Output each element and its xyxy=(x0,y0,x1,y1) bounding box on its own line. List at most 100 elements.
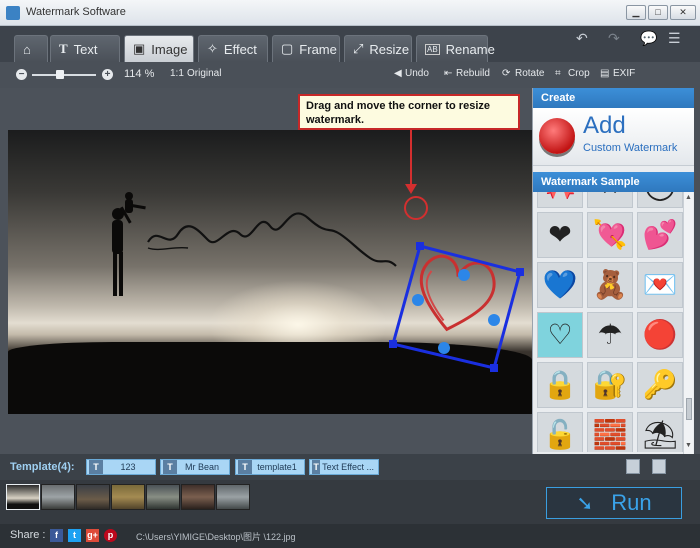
crop-icon[interactable]: ⌗ xyxy=(555,68,561,79)
sample-scrollbar[interactable]: ▲ ▼ xyxy=(683,192,693,454)
status-bar: Share : f t g+ p C:\Users\YIMIGE\Desktop… xyxy=(0,524,700,548)
thumbnail[interactable] xyxy=(146,484,180,510)
rotate-button[interactable]: Rotate xyxy=(515,68,544,79)
create-header: Create xyxy=(533,88,694,108)
pinterest-icon[interactable]: p xyxy=(104,529,117,542)
tab-frame[interactable]: ▢ Frame xyxy=(272,35,340,62)
exif-icon[interactable]: ▤ xyxy=(600,68,609,79)
template-chip[interactable]: T template1 xyxy=(235,459,305,475)
winged-heart-icon[interactable]: 💕 xyxy=(637,212,683,258)
template-text-icon: T xyxy=(238,460,252,474)
facebook-icon[interactable]: f xyxy=(50,529,63,542)
rebuild-icon[interactable]: ⇤ xyxy=(444,68,452,79)
heart-ribbon-icon[interactable]: 🎀 xyxy=(537,192,583,208)
love-bear-icon[interactable]: 🧸 xyxy=(587,262,633,308)
photo-preview[interactable] xyxy=(8,130,532,414)
undo-history-icon[interactable]: ↶ xyxy=(576,30,588,47)
blue-ring-icon[interactable]: ◯ xyxy=(637,192,683,208)
red-x-icon[interactable]: ✖ xyxy=(587,192,633,208)
key-icon[interactable]: 🔑 xyxy=(637,362,683,408)
original-size-icon[interactable]: 1:1 xyxy=(170,68,184,79)
tab-resize[interactable]: ⤢ Resize xyxy=(344,35,412,62)
undo-icon[interactable]: ◀ xyxy=(394,68,402,79)
image-icon: ▣ xyxy=(133,41,146,56)
heart-arrow-icon[interactable]: 💘 xyxy=(587,212,633,258)
corner-highlight-circle xyxy=(404,196,428,220)
close-button[interactable]: ✕ xyxy=(670,5,696,20)
template-text-icon: T xyxy=(163,460,177,474)
blue-lock-icon[interactable]: 🔐 xyxy=(587,362,633,408)
thumbnail-selected[interactable] xyxy=(6,484,40,510)
template-label: Template(4): xyxy=(10,461,75,473)
scroll-down-icon[interactable]: ▼ xyxy=(685,442,692,449)
title-bar: Watermark Software ▁ □ ✕ xyxy=(0,0,700,26)
template-bar: Template(4): T 123 T Mr Bean T template1… xyxy=(0,454,700,480)
scrollbar-thumb[interactable] xyxy=(686,398,692,420)
love-letter-icon[interactable]: 💌 xyxy=(637,262,683,308)
template-chip[interactable]: T Mr Bean xyxy=(160,459,230,475)
share-label: Share : xyxy=(10,529,46,541)
file-path: C:\Users\YIMIGE\Desktop\图片 \122.jpg xyxy=(136,532,296,542)
rename-icon: AB xyxy=(425,43,440,55)
gold-lock-icon[interactable]: 🔒 xyxy=(537,362,583,408)
happy-fathers-day-script xyxy=(147,212,397,267)
red-push-button-icon xyxy=(539,118,575,154)
undo-button[interactable]: Undo xyxy=(405,68,429,79)
blue-heart-icon[interactable]: 💙 xyxy=(537,262,583,308)
template-text-icon: T xyxy=(312,460,321,474)
tab-label: Effect xyxy=(223,41,257,57)
add-custom-watermark-button[interactable]: Add Custom Watermark xyxy=(533,108,694,166)
outline-heart-icon[interactable]: ♡ xyxy=(537,312,583,358)
tab-label: Image xyxy=(151,41,188,57)
tab-effect[interactable]: ✧ Effect xyxy=(198,35,268,62)
list-icon[interactable]: ☰ xyxy=(668,30,681,47)
tab-home[interactable]: ⌂ xyxy=(14,35,48,62)
thumbnail[interactable] xyxy=(76,484,110,510)
text-icon: T xyxy=(59,41,68,56)
thumbnail[interactable] xyxy=(216,484,250,510)
app-logo-icon xyxy=(6,6,20,20)
umbrella-icon[interactable]: ☂ xyxy=(587,312,633,358)
minimize-button[interactable]: ▁ xyxy=(626,5,646,20)
save-template-icon[interactable] xyxy=(626,459,640,474)
watermark-panel: Create Add Custom Watermark Watermark Sa… xyxy=(532,88,694,454)
tab-bar: ⌂ T Text ▣ Image ✧ Effect ▢ Frame ⤢ Resi… xyxy=(0,26,700,62)
manage-templates-icon[interactable] xyxy=(652,459,666,474)
maximize-button[interactable]: □ xyxy=(648,5,668,20)
scroll-up-icon[interactable]: ▲ xyxy=(685,194,692,201)
tab-image[interactable]: ▣ Image xyxy=(124,35,194,62)
run-button[interactable]: ➘ Run xyxy=(546,487,682,519)
zoom-in-icon[interactable]: + xyxy=(102,69,113,80)
beach-umbrella-icon[interactable]: ⛱ xyxy=(637,412,683,452)
watermark-sample-grid: 🎀✖◯ ❤💘💕 💙🧸💌 ♡☂🔴 🔒🔐🔑 🔓🧱⛱ xyxy=(535,192,683,452)
tab-label: Text xyxy=(73,41,98,57)
exif-button[interactable]: EXIF xyxy=(613,68,635,79)
tab-rename[interactable]: AB Rename xyxy=(416,35,495,62)
silver-lock-icon[interactable]: 🔓 xyxy=(537,412,583,452)
twitter-icon[interactable]: t xyxy=(68,529,81,542)
zoom-slider[interactable] xyxy=(32,74,96,76)
add-title: Add xyxy=(583,112,626,139)
template-chip[interactable]: T Text Effect ... xyxy=(309,459,379,475)
tab-label: Rename xyxy=(445,41,495,57)
rebuild-button[interactable]: Rebuild xyxy=(456,68,490,79)
red-button-icon[interactable]: 🔴 xyxy=(637,312,683,358)
zoom-out-icon[interactable]: − xyxy=(16,69,27,80)
thumbnail[interactable] xyxy=(111,484,145,510)
tab-label: Frame xyxy=(299,41,337,57)
run-icon: ➘ xyxy=(576,492,594,515)
canvas-area[interactable] xyxy=(0,88,532,454)
chat-icon[interactable]: 💬 xyxy=(640,30,657,47)
zoom-slider-handle[interactable] xyxy=(56,70,64,79)
crop-button[interactable]: Crop xyxy=(568,68,590,79)
redo-history-icon[interactable]: ↷ xyxy=(608,30,620,47)
brick-wall-icon[interactable]: 🧱 xyxy=(587,412,633,452)
original-size-button[interactable]: Original xyxy=(187,68,221,79)
tab-text[interactable]: T Text xyxy=(50,35,120,62)
template-chip[interactable]: T 123 xyxy=(86,459,156,475)
glossy-heart-icon[interactable]: ❤ xyxy=(537,212,583,258)
google-plus-icon[interactable]: g+ xyxy=(86,529,99,542)
thumbnail[interactable] xyxy=(41,484,75,510)
thumbnail[interactable] xyxy=(181,484,215,510)
rotate-icon[interactable]: ⟳ xyxy=(502,68,510,79)
